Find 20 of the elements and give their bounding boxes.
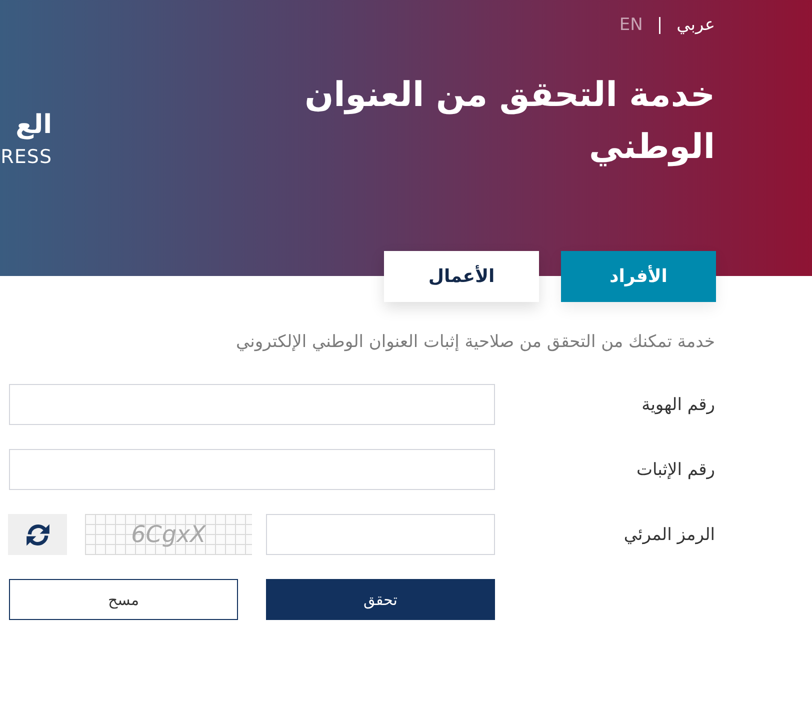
verify-button[interactable]: تحقق <box>266 579 495 620</box>
text-input-field[interactable] <box>9 384 495 425</box>
separator-text: | <box>656 15 663 35</box>
language-link[interactable]: EN <box>619 15 643 35</box>
description-text: خدمة تمكنك من التحقق من صلاحية إثبات العنوان الوطني الإلكتروني <box>234 331 715 354</box>
language-link[interactable]: عربي <box>676 15 715 35</box>
refresh-captcha-button[interactable] <box>8 514 67 555</box>
logo-text: RESS <box>0 145 52 170</box>
captcha-input-field[interactable] <box>266 514 495 555</box>
field-label: رقم الإثبات <box>635 460 715 480</box>
clear-button[interactable]: مسح <box>9 579 238 620</box>
refresh-icon <box>26 522 50 546</box>
logo-text: الع <box>16 109 52 142</box>
page-title: خدمة التحقق من العنوان الوطني <box>304 74 715 169</box>
field-label: رقم الهوية <box>640 394 715 414</box>
field-label: الرمز المرئي <box>622 524 715 544</box>
tab[interactable]: الأعمال <box>384 251 539 302</box>
captcha-image: 6CgxX <box>85 514 252 555</box>
tab[interactable]: الأفراد <box>561 251 716 302</box>
text-input-field[interactable] <box>9 449 495 490</box>
